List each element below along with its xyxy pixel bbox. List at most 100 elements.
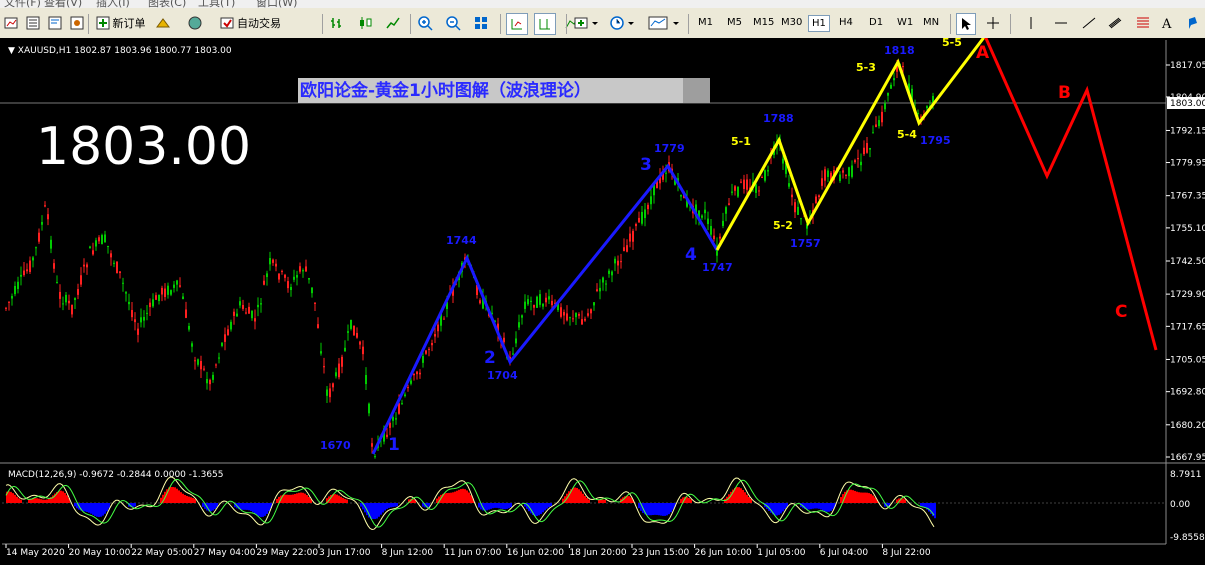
bar-chart-icon[interactable] (328, 13, 346, 33)
macd-bar (660, 503, 662, 516)
candle-body (707, 218, 709, 225)
candlestick-icon[interactable] (356, 13, 374, 33)
zoom-in-icon[interactable] (416, 13, 434, 33)
menu-tools[interactable]: 工具(T) (198, 0, 235, 8)
macd-bar (300, 492, 302, 503)
candle-body (86, 264, 88, 268)
candle-body (368, 403, 370, 414)
chart-shift-icon[interactable] (534, 13, 556, 35)
timeframe-m1[interactable]: M1 (695, 15, 716, 30)
timeframe-d1[interactable]: D1 (866, 15, 886, 30)
macd-bar (902, 498, 904, 503)
candle-body (362, 346, 364, 355)
candle-body (80, 275, 82, 285)
timeframe-m5[interactable]: M5 (724, 15, 745, 30)
vertical-line-icon[interactable] (1022, 13, 1040, 33)
candle-body (62, 303, 64, 305)
candle-body (185, 309, 187, 318)
label-tool-icon[interactable] (1184, 13, 1202, 33)
metaeditor-icon[interactable] (154, 13, 172, 33)
toolbar: 新订单 自动交易 M1 M5 M15 M30 H1 H4 D1 W1 MN A (0, 8, 1205, 39)
price-tick-label: 1717.65 (1170, 322, 1205, 332)
macd-bar (658, 503, 660, 516)
timeframe-m30[interactable]: M30 (778, 15, 805, 30)
text-tool-icon[interactable]: A (1158, 13, 1176, 33)
macd-bar (248, 503, 250, 511)
macd-bar (8, 491, 10, 503)
macd-bar (690, 499, 692, 503)
candle-body (854, 160, 856, 163)
macd-bar (542, 503, 544, 513)
options-icon[interactable] (186, 13, 204, 33)
chart-window[interactable]: ▼ XAUUSD,H1 1802.87 1803.96 1800.77 1803… (0, 38, 1205, 565)
macd-bar (182, 493, 184, 503)
wave-label-C: C (1115, 302, 1127, 322)
candle-body (353, 325, 355, 336)
menu-charts[interactable]: 图表(C) (148, 0, 186, 8)
candle-body (278, 273, 280, 280)
macd-bar (60, 490, 62, 503)
macd-bar (494, 503, 496, 508)
macd-bar (304, 493, 306, 503)
macd-bar (448, 492, 450, 503)
trendline-icon[interactable] (1080, 13, 1098, 33)
macd-bar (654, 503, 656, 515)
navigator-icon[interactable] (68, 13, 86, 33)
macd-bar (42, 499, 44, 503)
candle-body (527, 299, 529, 305)
timeframe-h4[interactable]: H4 (836, 15, 856, 30)
macd-bar (450, 492, 452, 503)
templates-button[interactable] (646, 13, 682, 33)
profiles-icon[interactable] (24, 13, 42, 33)
periods-clock-button[interactable] (608, 13, 636, 33)
candle-body (83, 264, 85, 267)
timeframe-mn[interactable]: MN (920, 15, 942, 30)
candle-body (395, 418, 397, 420)
line-chart-icon[interactable] (384, 13, 402, 33)
auto-trading-button[interactable]: 自动交易 (210, 13, 290, 33)
indicators-button[interactable] (572, 13, 600, 33)
macd-bar (832, 503, 834, 510)
crosshair-icon[interactable] (984, 13, 1002, 33)
menu-file[interactable]: 文件(F) (4, 0, 41, 8)
horizontal-line-icon[interactable] (1052, 13, 1070, 33)
candle-body (866, 143, 868, 153)
candle-body (647, 204, 649, 210)
candle-body (818, 195, 820, 198)
timeframe-h1[interactable]: H1 (808, 15, 830, 32)
macd-tick-top: 8.7911 (1170, 470, 1202, 480)
cursor-icon[interactable] (956, 13, 976, 35)
fibonacci-icon[interactable] (1134, 13, 1152, 33)
autoscroll-icon[interactable] (506, 13, 528, 35)
menu-insert[interactable]: 插入(I) (96, 0, 130, 8)
candle-body (128, 301, 130, 305)
candle-body (623, 247, 625, 252)
candle-body (569, 317, 571, 319)
zoom-out-icon[interactable] (444, 13, 462, 33)
candle-body (164, 288, 166, 297)
macd-bar (338, 495, 340, 503)
timeframe-m15[interactable]: M15 (750, 15, 777, 30)
macd-bar (666, 503, 668, 516)
macd-bar (380, 503, 382, 515)
macd-bar (478, 503, 480, 508)
menu-window[interactable]: 窗口(W) (256, 0, 297, 8)
candle-body (335, 372, 337, 377)
new-order-button[interactable]: 新订单 (90, 13, 150, 33)
candle-body (194, 360, 196, 362)
candle-body (563, 312, 565, 316)
new-chart-icon[interactable] (2, 13, 20, 33)
candle-body (107, 245, 109, 247)
macd-bar (284, 494, 286, 503)
macd-bar (334, 494, 336, 503)
menu-view[interactable]: 查看(V) (44, 0, 82, 8)
macd-bar (176, 488, 178, 503)
tile-windows-icon[interactable] (472, 13, 490, 33)
timeframe-w1[interactable]: W1 (894, 15, 916, 30)
market-watch-icon[interactable] (46, 13, 64, 33)
wave-label-B: B (1058, 83, 1071, 103)
candle-body (578, 314, 580, 316)
channel-icon[interactable] (1106, 13, 1124, 33)
macd-bar (824, 503, 826, 512)
candle-body (32, 257, 34, 261)
